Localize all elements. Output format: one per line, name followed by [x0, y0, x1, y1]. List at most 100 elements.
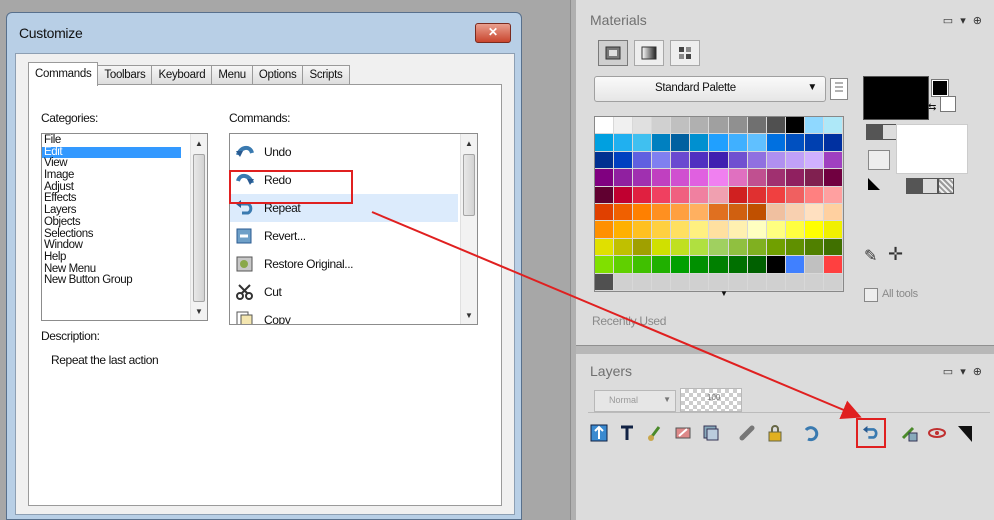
new-art-media-layer-button[interactable]: [644, 422, 666, 444]
color-swatch[interactable]: [671, 203, 691, 222]
color-swatch[interactable]: [671, 117, 691, 135]
color-swatch[interactable]: [633, 238, 653, 257]
color-swatch[interactable]: [633, 134, 653, 152]
categories-list[interactable]: File Edit View Image Adjust Effects Layers Obje…: [41, 133, 208, 321]
color-swatch[interactable]: [690, 221, 710, 239]
color-swatch[interactable]: [823, 151, 843, 170]
command-item-revert[interactable]: Revert...: [230, 222, 458, 250]
color-swatch[interactable]: [709, 151, 729, 170]
category-item[interactable]: Image: [42, 169, 181, 182]
color-swatch[interactable]: [823, 273, 843, 291]
color-swatch[interactable]: [633, 186, 653, 204]
color-swatch[interactable]: [614, 134, 634, 152]
color-swatch[interactable]: [633, 169, 653, 187]
color-swatch[interactable]: [614, 221, 634, 239]
color-swatch[interactable]: [766, 221, 786, 239]
small-foreground-swatch[interactable]: [931, 79, 949, 97]
color-swatch[interactable]: [671, 238, 691, 257]
color-swatch[interactable]: [785, 186, 805, 204]
color-swatch[interactable]: [728, 203, 748, 222]
color-swatch[interactable]: [652, 117, 672, 135]
color-swatch[interactable]: [690, 186, 710, 204]
color-swatch[interactable]: [804, 169, 824, 187]
color-swatch[interactable]: [614, 169, 634, 187]
color-swatch[interactable]: [785, 238, 805, 257]
frame-view-button[interactable]: [598, 40, 628, 66]
color-swatch[interactable]: [804, 273, 824, 291]
new-mask-layer-button[interactable]: [672, 422, 694, 444]
bg-style-color-icon[interactable]: [906, 178, 922, 194]
category-item[interactable]: Help: [42, 251, 181, 264]
materials-panel-controls[interactable]: ▭ ▾ ⊕: [943, 14, 984, 27]
commands-scrollbar[interactable]: ▲ ▼: [460, 134, 477, 324]
color-swatch[interactable]: [671, 169, 691, 187]
color-swatch[interactable]: [652, 273, 672, 291]
color-swatch[interactable]: [595, 221, 615, 239]
new-raster-layer-button[interactable]: [588, 422, 610, 444]
color-swatch[interactable]: [747, 273, 767, 291]
color-swatch[interactable]: [766, 151, 786, 170]
color-swatch[interactable]: [709, 221, 729, 239]
color-swatch[interactable]: [595, 134, 615, 152]
color-swatch[interactable]: [595, 169, 615, 187]
tab-options[interactable]: Options: [251, 65, 304, 85]
color-palette-grid[interactable]: [594, 116, 844, 292]
swap-colors-icon[interactable]: ⇆: [928, 102, 936, 113]
color-swatch[interactable]: [747, 169, 767, 187]
color-swatch[interactable]: [614, 203, 634, 222]
color-swatch[interactable]: [728, 256, 748, 274]
color-swatch[interactable]: [747, 186, 767, 204]
color-swatch[interactable]: [709, 203, 729, 222]
color-swatch[interactable]: [633, 273, 653, 291]
color-swatch[interactable]: [633, 256, 653, 274]
color-swatch[interactable]: [823, 256, 843, 274]
color-swatch[interactable]: [728, 273, 748, 291]
palette-dropdown[interactable]: Standard Palette ▼: [594, 76, 826, 102]
color-swatch[interactable]: [671, 221, 691, 239]
commands-list[interactable]: Undo Redo Repeat Revert... Restore Origi…: [229, 133, 478, 325]
color-swatch[interactable]: [804, 256, 824, 274]
color-swatch[interactable]: [595, 117, 615, 135]
category-item[interactable]: File: [42, 134, 181, 147]
color-swatch[interactable]: [614, 273, 634, 291]
scroll-up-arrow-icon[interactable]: ▲: [191, 136, 207, 152]
color-swatch[interactable]: [804, 151, 824, 170]
color-swatch[interactable]: [690, 238, 710, 257]
palette-scroll-down-icon[interactable]: ▼: [720, 289, 728, 298]
color-swatch[interactable]: [823, 238, 843, 257]
color-swatch[interactable]: [804, 117, 824, 135]
color-swatch[interactable]: [633, 203, 653, 222]
foreground-color-swatch[interactable]: [863, 76, 929, 120]
color-swatch[interactable]: [614, 186, 634, 204]
color-swatch[interactable]: [823, 203, 843, 222]
color-swatch[interactable]: [785, 273, 805, 291]
color-swatch[interactable]: [652, 169, 672, 187]
color-swatch[interactable]: [614, 238, 634, 257]
color-swatch[interactable]: [766, 256, 786, 274]
all-tools-checkbox[interactable]: [864, 288, 878, 302]
color-swatch[interactable]: [690, 134, 710, 152]
color-swatch[interactable]: [709, 117, 729, 135]
color-swatch[interactable]: [747, 151, 767, 170]
color-swatch[interactable]: [595, 256, 615, 274]
color-swatch[interactable]: [766, 169, 786, 187]
color-swatch[interactable]: [823, 221, 843, 239]
scroll-up-arrow-icon[interactable]: ▲: [461, 136, 477, 152]
color-swatch[interactable]: [747, 238, 767, 257]
color-swatch[interactable]: [747, 203, 767, 222]
color-swatch[interactable]: [690, 256, 710, 274]
command-item-undo[interactable]: Undo: [230, 138, 458, 166]
scroll-down-arrow-icon[interactable]: ▼: [461, 308, 477, 324]
color-swatch[interactable]: [728, 134, 748, 152]
color-swatch[interactable]: [804, 186, 824, 204]
color-swatch[interactable]: [709, 256, 729, 274]
scroll-thumb[interactable]: [463, 154, 475, 216]
color-swatch[interactable]: [804, 203, 824, 222]
swatches-view-button[interactable]: [670, 40, 700, 66]
color-swatch[interactable]: [652, 256, 672, 274]
color-swatch[interactable]: [728, 117, 748, 135]
rainbow-view-button[interactable]: [634, 40, 664, 66]
color-swatch[interactable]: [747, 117, 767, 135]
color-swatch[interactable]: [614, 256, 634, 274]
lock-layer-button[interactable]: [764, 422, 786, 444]
